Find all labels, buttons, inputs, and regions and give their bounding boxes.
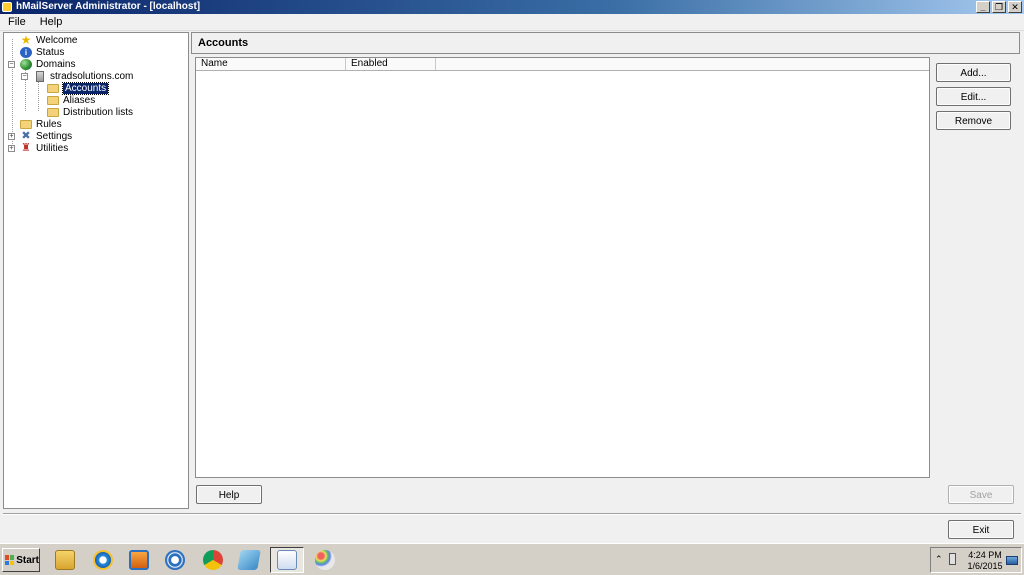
- close-button[interactable]: ✕: [1008, 1, 1022, 13]
- title-bar: hMailServer Administrator - [localhost] …: [0, 0, 1024, 14]
- folder-icon: [20, 119, 32, 129]
- clock[interactable]: 4:24 PM 1/6/2015: [965, 550, 1005, 572]
- tree-item-domain[interactable]: stradsolutions.com: [34, 70, 133, 82]
- tree-label: Welcome: [36, 34, 78, 46]
- windows-logo-icon: [5, 555, 15, 565]
- menu-file[interactable]: File: [8, 16, 26, 28]
- network-icon[interactable]: [158, 547, 192, 573]
- separator: [3, 513, 1021, 515]
- tree-item-welcome[interactable]: ★ Welcome: [20, 34, 78, 46]
- expand-settings-toggle[interactable]: +: [8, 133, 15, 140]
- tree-item-domains[interactable]: Domains: [20, 58, 75, 70]
- menu-bar: File Help: [0, 14, 1024, 31]
- tree-item-utilities[interactable]: ♜ Utilities: [20, 142, 68, 154]
- add-button[interactable]: Add...: [936, 63, 1011, 82]
- save-button[interactable]: Save: [948, 485, 1014, 504]
- help-button[interactable]: Help: [196, 485, 262, 504]
- menu-help[interactable]: Help: [40, 16, 63, 28]
- file-explorer-icon[interactable]: [48, 547, 82, 573]
- taskbar: Start ⌃ 4:24 PM 1/6/2015: [0, 543, 1024, 575]
- tree-label: Rules: [36, 118, 62, 130]
- tree-item-rules[interactable]: Rules: [20, 118, 62, 130]
- globe-icon: [20, 58, 32, 70]
- clock-date: 1/6/2015: [967, 561, 1003, 571]
- utilities-icon: ♜: [21, 141, 31, 154]
- tree-item-distribution-lists[interactable]: Distribution lists: [47, 106, 133, 118]
- tree-label: Settings: [36, 130, 73, 142]
- edit-button[interactable]: Edit...: [936, 87, 1011, 106]
- collapse-domain-toggle[interactable]: −: [21, 73, 28, 80]
- start-label: Start: [16, 554, 39, 566]
- tree-label: Accounts: [61, 81, 110, 95]
- clock-time: 4:24 PM: [968, 550, 1002, 560]
- tree-label: Distribution lists: [63, 106, 134, 118]
- folder-icon: [47, 107, 59, 117]
- exit-button[interactable]: Exit: [948, 520, 1014, 539]
- tree-item-aliases[interactable]: Aliases: [47, 94, 95, 106]
- chrome-icon[interactable]: [196, 547, 230, 573]
- app-icon[interactable]: [232, 547, 266, 573]
- tree-item-accounts[interactable]: Accounts: [47, 81, 110, 95]
- start-button[interactable]: Start: [2, 548, 40, 572]
- tree-item-status[interactable]: i Status: [20, 46, 64, 58]
- expand-utilities-toggle[interactable]: +: [8, 145, 15, 152]
- tree-connector: [38, 81, 39, 111]
- minimize-button[interactable]: _: [976, 1, 990, 13]
- battery-icon[interactable]: [949, 553, 956, 565]
- server-icon: [36, 70, 44, 82]
- star-icon: ★: [20, 32, 32, 47]
- tree-label: Utilities: [36, 142, 69, 154]
- column-header-enabled[interactable]: Enabled: [346, 58, 436, 70]
- tree-label: Aliases: [63, 94, 96, 106]
- tree-connector: [12, 39, 13, 148]
- tree-label: stradsolutions.com: [50, 70, 134, 82]
- folder-icon: [47, 83, 59, 93]
- panel-header: Accounts: [191, 32, 1020, 54]
- show-hidden-icons-icon[interactable]: ⌃: [935, 554, 943, 565]
- app-icon: [2, 2, 12, 12]
- system-tray: ⌃ 4:24 PM 1/6/2015: [930, 547, 1022, 573]
- panel-title: Accounts: [198, 37, 249, 49]
- paint-icon[interactable]: [308, 547, 342, 573]
- column-header-name[interactable]: Name: [196, 58, 346, 70]
- folder-icon: [47, 95, 59, 105]
- list-header: Name Enabled: [196, 58, 929, 71]
- tree-item-settings[interactable]: ✖ Settings: [20, 130, 72, 142]
- window-title: hMailServer Administrator - [localhost]: [16, 1, 201, 12]
- tree-label: Status: [36, 46, 65, 58]
- show-desktop-icon[interactable]: [1006, 556, 1018, 565]
- info-icon: i: [20, 46, 32, 58]
- tools-icon: ✖: [21, 129, 31, 142]
- navigation-tree: ★ Welcome i Status − Domains − stradsolu…: [3, 32, 189, 509]
- tree-label: Domains: [36, 58, 76, 70]
- accounts-list[interactable]: Name Enabled: [195, 57, 930, 478]
- hmailserver-icon[interactable]: [270, 547, 304, 573]
- restore-button[interactable]: ❐: [992, 1, 1006, 13]
- internet-explorer-icon[interactable]: [86, 547, 120, 573]
- remove-button[interactable]: Remove: [936, 111, 1011, 130]
- media-player-icon[interactable]: [122, 547, 156, 573]
- collapse-domains-toggle[interactable]: −: [8, 61, 15, 68]
